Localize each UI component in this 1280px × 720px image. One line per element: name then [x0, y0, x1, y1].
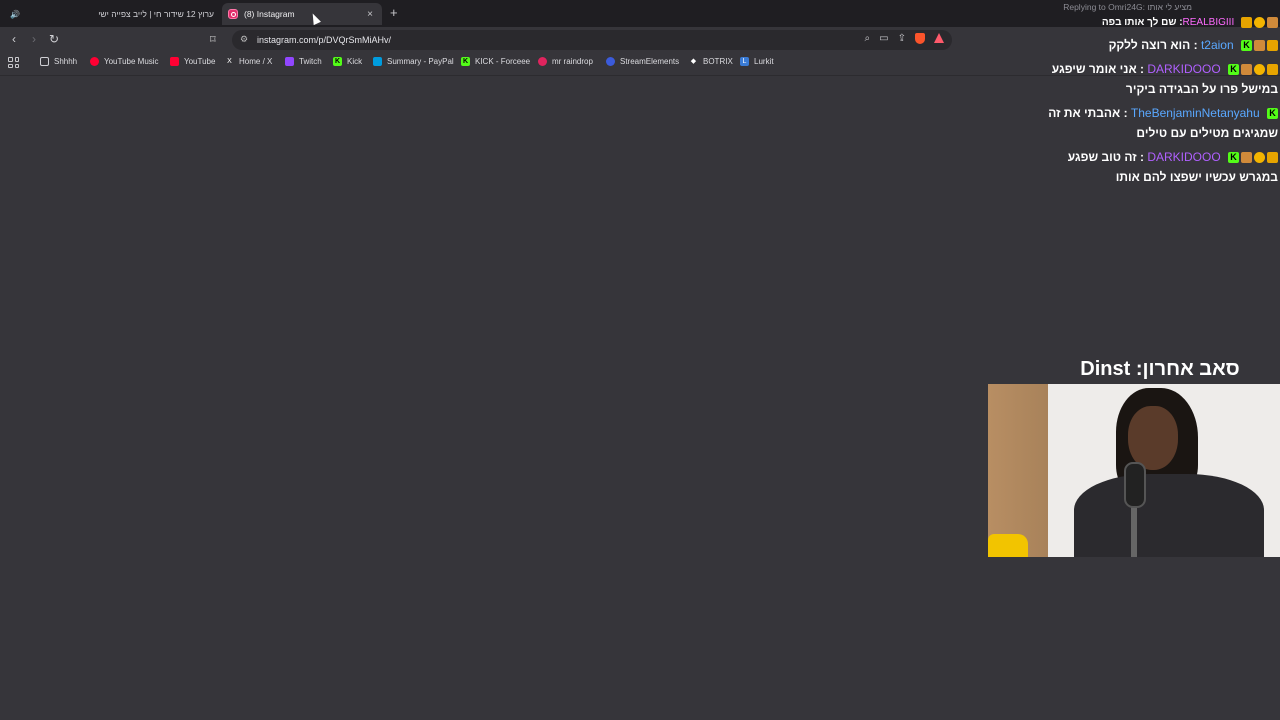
x-icon: X	[227, 58, 232, 65]
chat-username: DARKIDOOO	[1147, 150, 1221, 164]
bookmark-lurkit[interactable]: L Lurkit	[740, 57, 774, 66]
bookmark-label: Shhhh	[54, 57, 78, 66]
bookmark-twitch[interactable]: Twitch	[285, 57, 322, 66]
tab-channel12[interactable]: 🔊 ערוץ 12 שידור חי | לייב צפייה ישי	[4, 3, 220, 25]
bookmark-mr-raindrop[interactable]: mr raindrop	[538, 57, 593, 66]
bookmark-label: KICK - Forceee	[475, 57, 531, 66]
chat-badges: K	[1228, 152, 1278, 164]
tab-title: (8) Instagram	[244, 9, 295, 19]
bookmark-label: YouTube Music	[104, 57, 159, 66]
brave-rewards-icon[interactable]	[934, 33, 944, 43]
bookmark-shhhh[interactable]: Shhhh	[40, 57, 77, 66]
bookmark-streamelements[interactable]: StreamElements	[606, 57, 679, 66]
chat-badges: K	[1267, 108, 1278, 120]
latest-sub-title: סאב אחרון: Dinst	[1080, 358, 1240, 380]
botrix-icon: ◆	[690, 58, 697, 65]
bookmark-youtube[interactable]: YouTube	[170, 57, 215, 66]
address-bar[interactable]: ⚙ instagram.com/p/DVQrSmMiAHv/ ⌕ ▭ ⇪	[232, 30, 952, 50]
chat-message: K DARKIDOOO : זה טוב שפגע במגרש עכשיו יש…	[1030, 147, 1278, 187]
instagram-icon	[228, 9, 238, 19]
cast-icon[interactable]: ▭	[879, 33, 888, 44]
bookmark-label: BOTRIX	[703, 57, 733, 66]
chat-message: K TheBenjaminNetanyahu : אהבתי את זה שמג…	[1030, 103, 1278, 143]
close-tab-icon[interactable]: ×	[364, 9, 376, 20]
paypal-icon	[373, 57, 382, 66]
brave-shields-icon[interactable]	[915, 33, 925, 44]
new-tab-button[interactable]: +	[390, 5, 398, 20]
site-settings-icon[interactable]: ⚙	[240, 34, 248, 45]
kick-icon: K	[461, 57, 470, 66]
bookmark-label: YouTube	[184, 57, 216, 66]
bookmark-label: Twitch	[299, 57, 322, 66]
twitch-icon	[285, 57, 294, 66]
zoom-icon[interactable]: ⌕	[865, 33, 871, 44]
bookmark-label: Summary - PayPal	[387, 57, 454, 66]
chat-separator: :	[1190, 38, 1201, 52]
chat-message: K t2aion : הוא רוצה ללקק	[1030, 35, 1278, 55]
chat-username: REALBIGIII	[1182, 17, 1235, 28]
chat-separator: :	[1120, 106, 1131, 120]
bookmark-icon[interactable]: ⌑	[210, 33, 216, 46]
microphone-icon	[1124, 462, 1146, 508]
bookmark-label: Kick	[347, 57, 363, 66]
bookmark-label: StreamElements	[620, 57, 680, 66]
chat-separator: :	[1136, 150, 1148, 164]
webcam-feed	[988, 384, 1280, 557]
chat-text: שם לך אותו בפה	[1101, 17, 1177, 28]
chat-username: TheBenjaminNetanyahu	[1130, 106, 1260, 120]
stream-chat-overlay: Replying to Omri24G: מציע לי אותו REALBI…	[1028, 0, 1280, 190]
tab-title: ערוץ 12 שידור חי | לייב צפייה ישי	[98, 9, 214, 19]
raindrop-icon	[538, 57, 547, 66]
chat-separator: :	[1136, 62, 1148, 76]
back-icon[interactable]: ‹	[6, 32, 22, 46]
chat-badges: K	[1228, 64, 1278, 76]
chat-message: K DARKIDOOO : אני אומר שיפגע במישל פרו ע…	[1030, 59, 1278, 99]
bookmark-label: Lurkit	[754, 57, 774, 66]
chat-text: הוא רוצה ללקק	[1108, 38, 1191, 52]
chat-message-top: REALBIGIII: שם לך אותו בפה	[1030, 13, 1278, 33]
bookmark-botrix[interactable]: ◆ BOTRIX	[689, 57, 733, 66]
youtube-icon	[170, 57, 179, 66]
bookmark-label: Home / X	[239, 57, 273, 66]
lurkit-icon: L	[740, 57, 749, 66]
streamelements-icon	[606, 57, 615, 66]
bookmark-home-x[interactable]: X Home / X	[225, 57, 272, 66]
chat-username: t2aion	[1200, 38, 1234, 52]
tab-instagram[interactable]: (8) Instagram ×	[222, 3, 382, 25]
bookmark-kick[interactable]: K Kick	[333, 57, 362, 66]
speaker-icon[interactable]: 🔊	[10, 10, 20, 19]
bookmark-kick-forceee[interactable]: K KICK - Forceee	[461, 57, 530, 66]
youtube-music-icon	[90, 57, 99, 66]
apps-icon[interactable]	[8, 57, 19, 68]
kick-icon: K	[333, 57, 342, 66]
reply-indicator: Replying to Omri24G: מציע לי אותו	[1063, 2, 1192, 12]
chat-badges	[1241, 16, 1278, 28]
reload-icon[interactable]: ↻	[46, 32, 62, 46]
chat-badges: K	[1241, 40, 1278, 52]
bookmark-paypal[interactable]: Summary - PayPal	[373, 57, 454, 66]
url-text: instagram.com/p/DVQrSmMiAHv/	[257, 35, 392, 45]
bookmark-label: mr raindrop	[552, 57, 593, 66]
folder-icon	[40, 57, 49, 66]
bookmark-youtube-music[interactable]: YouTube Music	[90, 57, 159, 66]
chat-username: DARKIDOOO	[1147, 62, 1221, 76]
forward-icon[interactable]: ›	[26, 32, 42, 46]
share-icon[interactable]: ⇪	[898, 33, 906, 44]
